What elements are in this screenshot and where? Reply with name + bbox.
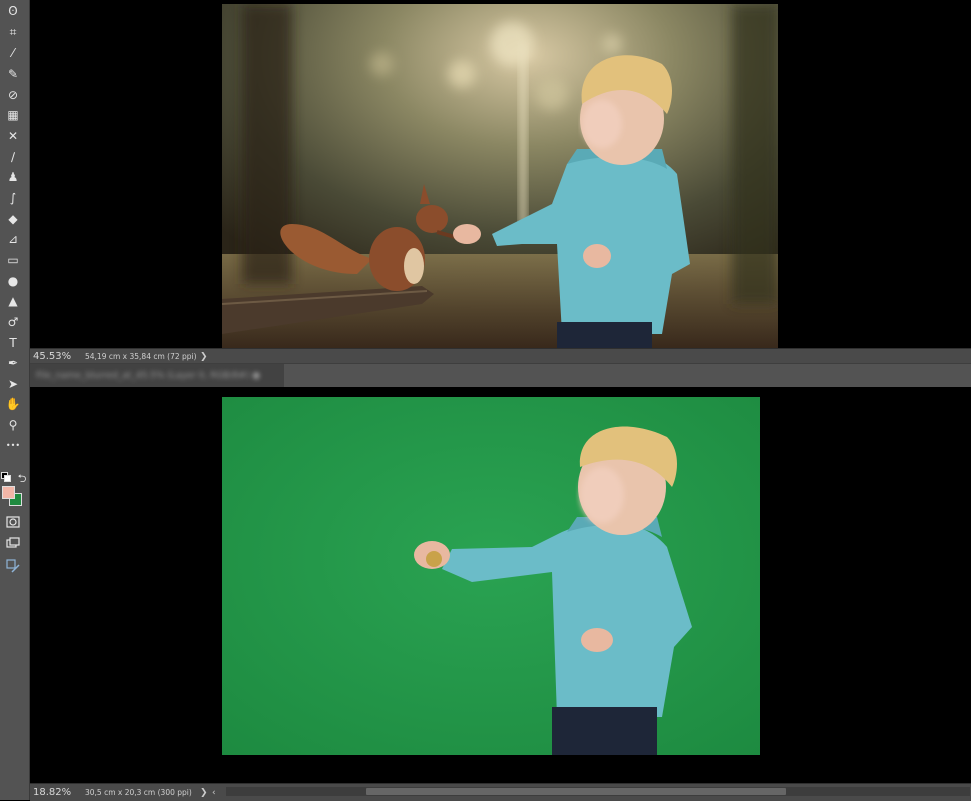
- frame-icon[interactable]: ▦: [4, 106, 22, 124]
- eraser-icon[interactable]: ◆: [4, 210, 22, 228]
- hand-icon[interactable]: ✋: [4, 395, 22, 413]
- zoom-level-top[interactable]: 45.53%: [30, 351, 85, 362]
- document-window-bottom: [30, 387, 971, 783]
- document-dimensions-bottom: 30,5 cm x 20,3 cm (300 ppi): [85, 788, 192, 797]
- paint-bucket-icon[interactable]: ⊿: [4, 230, 22, 248]
- pen-icon[interactable]: ✒: [4, 354, 22, 372]
- path-selection-icon[interactable]: ➤: [4, 375, 22, 393]
- document-tab-bar: File_name_blurred_at_45.5% (Layer 0, RGB…: [30, 363, 971, 389]
- spot-healing-icon[interactable]: ✎: [4, 65, 22, 83]
- gradient-icon[interactable]: ▭: [4, 251, 22, 269]
- type-icon[interactable]: T: [4, 334, 22, 352]
- quick-mask-icon[interactable]: [4, 513, 22, 531]
- more-tools-icon[interactable]: •••: [4, 437, 22, 455]
- status-menu-chevron-icon[interactable]: ❯: [200, 352, 212, 362]
- blur-drop-icon[interactable]: ●: [4, 272, 22, 290]
- eyedropper-icon[interactable]: ⁄: [4, 44, 22, 62]
- zoom-level-bottom[interactable]: 18.82%: [30, 787, 85, 798]
- sharpen-icon[interactable]: ▲: [4, 292, 22, 310]
- horizontal-scrollbar[interactable]: [226, 787, 970, 796]
- clone-stamp-icon[interactable]: ♟: [4, 168, 22, 186]
- edit-toolbar-icon[interactable]: [4, 557, 22, 575]
- status-bar-bottom: 18.82% 30,5 cm x 20,3 cm (300 ppi) ❯ ‹: [30, 783, 971, 801]
- status-bar-top: 45.53% 54,19 cm x 35,84 cm (72 ppi) ❯: [30, 348, 971, 364]
- bandage-icon[interactable]: ⊘: [4, 86, 22, 104]
- canvas-squirrel-photo[interactable]: [222, 4, 778, 348]
- zoom-icon[interactable]: ⚲: [4, 416, 22, 434]
- brush-icon[interactable]: ∕: [4, 148, 22, 166]
- status-menu-chevron-icon-bottom[interactable]: ❯: [200, 788, 212, 798]
- scroll-left-arrow-icon[interactable]: ‹: [212, 788, 224, 798]
- document-dimensions-top: 54,19 cm x 35,84 cm (72 ppi): [85, 352, 197, 361]
- document-window-top: [30, 0, 971, 348]
- default-colors-icon[interactable]: [1, 472, 11, 482]
- photo-boy-greenscreen: [222, 397, 760, 755]
- swap-colors-icon[interactable]: ⮌: [13, 469, 31, 487]
- document-tab-label: File_name_blurred_at_45.5% (Layer 0, RGB…: [36, 371, 261, 381]
- content-aware-move-icon[interactable]: ✕: [4, 127, 22, 145]
- tools-panel: ⮌ ʘ ⌗ ⁄ ✎ ⊘ ▦ ✕ ∕ ♟ ∫ ◆ ⊿ ▭ ● ▲ ♂ T ✒ ➤ ✋ ⚲ •••: [0, 0, 30, 800]
- document-tab[interactable]: File_name_blurred_at_45.5% (Layer 0, RGB…: [30, 364, 284, 388]
- lasso-icon[interactable]: ʘ: [4, 2, 22, 20]
- canvas-greenscreen-photo[interactable]: [222, 397, 760, 755]
- foreground-color-swatch[interactable]: [2, 486, 15, 499]
- crop-icon[interactable]: ⌗: [4, 23, 22, 41]
- screen-mode-icon[interactable]: [4, 534, 22, 552]
- history-brush-icon[interactable]: ∫: [4, 189, 22, 207]
- horizontal-scrollbar-thumb[interactable]: [366, 788, 786, 795]
- dodge-icon[interactable]: ♂: [4, 313, 22, 331]
- photo-boy-feeding-squirrel: [222, 4, 778, 348]
